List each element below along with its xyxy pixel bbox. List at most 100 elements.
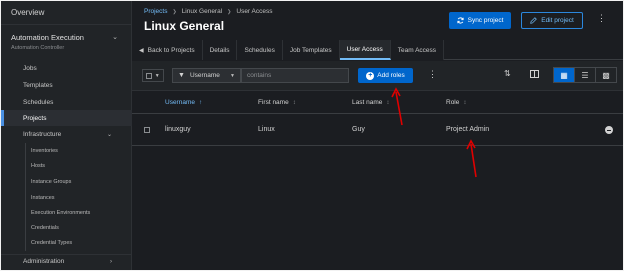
column-header-username[interactable]: Username ↑ — [165, 99, 202, 106]
sidebar-item-schedules[interactable]: Schedules — [1, 94, 132, 110]
grid-icon: ▩ — [602, 70, 610, 80]
column-header-label: Username — [165, 99, 195, 106]
sort-icon: ↕ — [386, 99, 390, 106]
sidebar-item-label: Overview — [11, 8, 45, 17]
sidebar-item-label: Jobs — [23, 64, 37, 72]
sidebar-item-label: Templates — [23, 81, 53, 89]
chevron-down-icon: ⌄ — [112, 34, 118, 41]
sync-project-button[interactable]: Sync project — [449, 12, 511, 29]
list-icon: ☰ — [581, 70, 589, 80]
edit-project-label: Edit project — [541, 17, 574, 24]
breadcrumb-item-current: User Access — [236, 8, 273, 15]
sidebar-group-label: Administration — [23, 258, 65, 265]
table-view-button[interactable]: ▦ — [554, 68, 575, 82]
tab-schedules[interactable]: Schedules — [237, 40, 283, 60]
breadcrumb-link-projects[interactable]: Projects — [144, 8, 167, 15]
tab-back-to-projects[interactable]: ◀ Back to Projects — [132, 40, 203, 60]
column-header-label: First name — [258, 99, 289, 106]
sidebar-group-subtitle-text: Automation Controller — [11, 44, 65, 51]
table-header-row: Username ↑ First name ↕ Last name ↕ Role… — [132, 92, 623, 114]
row-checkbox[interactable] — [144, 127, 150, 133]
sidebar-item-instance-groups[interactable]: Instance Groups — [1, 174, 132, 189]
select-all-checkbox[interactable] — [146, 72, 153, 79]
sidebar-item-label: Credentials — [31, 224, 59, 231]
filter-field-value: Username — [189, 72, 220, 79]
column-header-label: Role — [446, 99, 460, 106]
filter-icon: ▼ — [178, 72, 185, 79]
filter-field-select[interactable]: ▼ Username ▼ — [172, 68, 241, 83]
sidebar-item-hosts[interactable]: Hosts — [1, 158, 132, 173]
bulk-select-dropdown[interactable]: ▼ — [142, 69, 164, 82]
tab-label: Back to Projects — [147, 46, 195, 54]
breadcrumb: Projects ❯ Linux General ❯ User Access — [144, 8, 273, 15]
sidebar-item-label: Hosts — [31, 162, 46, 169]
sidebar-group-automation-execution[interactable]: Automation Execution ⌄ — [1, 31, 132, 43]
tab-job-templates[interactable]: Job Templates — [282, 40, 340, 60]
sidebar-item-label: Credential Types — [31, 239, 73, 246]
table-icon: ▦ — [560, 70, 568, 80]
cell-first-name: Linux — [258, 126, 275, 133]
sync-project-label: Sync project — [467, 17, 504, 24]
sidebar-item-label: Projects — [23, 114, 47, 122]
tab-team-access[interactable]: Team Access — [390, 40, 445, 60]
sidebar-item-inventories[interactable]: Inventories — [1, 143, 132, 158]
add-roles-button[interactable]: + Add roles — [358, 68, 413, 83]
sidebar-item-label: Schedules — [23, 98, 54, 106]
sidebar-item-projects[interactable]: Projects — [1, 110, 132, 126]
sidebar-item-label: Instances — [31, 194, 55, 201]
chevron-down-icon: ⌄ — [106, 131, 112, 138]
cell-username[interactable]: linuxguy — [165, 126, 191, 133]
column-header-role[interactable]: Role ↕ — [446, 99, 466, 106]
sidebar-item-instances[interactable]: Instances — [1, 190, 132, 205]
breadcrumb-item-project[interactable]: Linux General — [182, 8, 222, 15]
sidebar-group-subtitle: Automation Controller — [1, 43, 132, 52]
add-roles-label: Add roles — [377, 72, 405, 79]
sort-icon[interactable]: ⇅ — [504, 69, 511, 78]
sidebar-item-execution-environments[interactable]: Execution Environments — [1, 205, 132, 220]
card-view-button[interactable]: ▩ — [596, 68, 616, 82]
pencil-icon — [530, 17, 538, 24]
caret-down-icon: ▼ — [154, 72, 160, 79]
caret-down-icon: ▼ — [230, 72, 235, 79]
sidebar-item-credentials[interactable]: Credentials — [1, 220, 132, 235]
column-header-first-name[interactable]: First name ↕ — [258, 99, 296, 106]
tab-user-access[interactable]: User Access — [339, 40, 391, 60]
page-title: Linux General — [144, 19, 225, 33]
kebab-menu-icon[interactable]: ⋮ — [597, 13, 606, 24]
sidebar-item-credential-types[interactable]: Credential Types — [1, 235, 132, 250]
sort-icon: ↕ — [463, 99, 467, 106]
chevron-right-icon: ❯ — [227, 8, 232, 15]
cell-last-name: Guy — [352, 126, 365, 133]
sidebar-item-label: Execution Environments — [31, 209, 91, 216]
manage-columns-icon[interactable] — [530, 70, 539, 78]
sidebar-item-label: Instance Groups — [31, 178, 72, 185]
table-row: linuxguy Linux Guy Project Admin — [132, 114, 623, 146]
sidebar-item-templates[interactable]: Templates — [1, 77, 132, 93]
kebab-menu-icon[interactable]: ⋮ — [428, 69, 437, 80]
sidebar-item-jobs[interactable]: Jobs — [1, 60, 132, 76]
sidebar-group-label: Infrastructure — [23, 130, 62, 138]
page-header: Projects ❯ Linux General ❯ User Access L… — [132, 1, 623, 39]
tab-label: Details — [209, 46, 230, 54]
cell-role: Project Admin — [446, 126, 490, 133]
sync-icon — [457, 17, 464, 24]
user-access-table: Username ↑ First name ↕ Last name ↕ Role… — [132, 92, 623, 146]
search-input[interactable] — [241, 68, 349, 83]
sidebar-group-infrastructure[interactable]: Infrastructure ⌄ — [1, 126, 132, 142]
tab-label: User Access — [346, 45, 383, 53]
list-view-button[interactable]: ☰ — [575, 68, 596, 82]
table-toolbar: ▼ ▼ Username ▼ + Add roles ⋮ ⇅ ▦ ☰ ▩ — [132, 61, 623, 91]
plus-circle-icon: + — [366, 71, 375, 80]
tab-details[interactable]: Details — [202, 40, 238, 60]
column-header-last-name[interactable]: Last name ↕ — [352, 99, 389, 106]
remove-role-icon[interactable] — [605, 126, 613, 134]
sidebar-group-label: Automation Execution — [11, 32, 84, 42]
sidebar-group-administration[interactable]: Administration › — [1, 254, 132, 268]
arrow-left-icon: ◀ — [139, 47, 144, 54]
chevron-right-icon: ❯ — [172, 8, 177, 15]
tab-label: Job Templates — [289, 46, 332, 54]
edit-project-button[interactable]: Edit project — [521, 12, 583, 29]
sidebar-item-overview[interactable]: Overview — [1, 1, 132, 25]
sidebar-item-label: Inventories — [31, 147, 58, 154]
tab-bar: ◀ Back to Projects Details Schedules Job… — [132, 40, 623, 60]
